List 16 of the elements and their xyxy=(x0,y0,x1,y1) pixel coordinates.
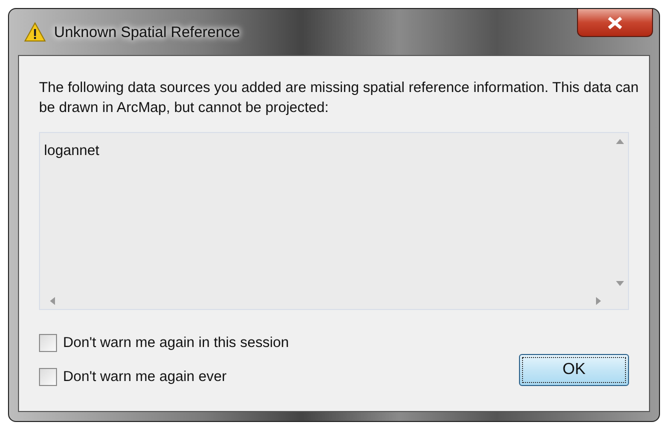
checkbox[interactable] xyxy=(39,368,57,386)
warning-icon xyxy=(24,22,46,42)
list-item[interactable]: logannet xyxy=(44,143,607,159)
checkbox-label[interactable]: Don't warn me again ever xyxy=(63,369,227,385)
checkbox-label[interactable]: Don't warn me again in this session xyxy=(63,335,289,351)
ok-button[interactable]: OK xyxy=(519,354,629,386)
close-button[interactable] xyxy=(577,9,653,37)
message-text: The following data sources you added are missing spatial reference information. This data can be drawn in ArcMap, but cannot be projected: xyxy=(39,79,639,118)
window-title: Unknown Spatial Reference xyxy=(54,24,240,40)
right-arrow-icon xyxy=(596,296,601,304)
down-arrow-icon xyxy=(616,281,624,286)
checkbox[interactable] xyxy=(39,334,57,352)
close-icon xyxy=(606,16,624,30)
left-arrow-icon xyxy=(50,296,55,304)
up-arrow-icon xyxy=(616,139,624,144)
data-source-list[interactable]: logannet xyxy=(39,132,629,310)
